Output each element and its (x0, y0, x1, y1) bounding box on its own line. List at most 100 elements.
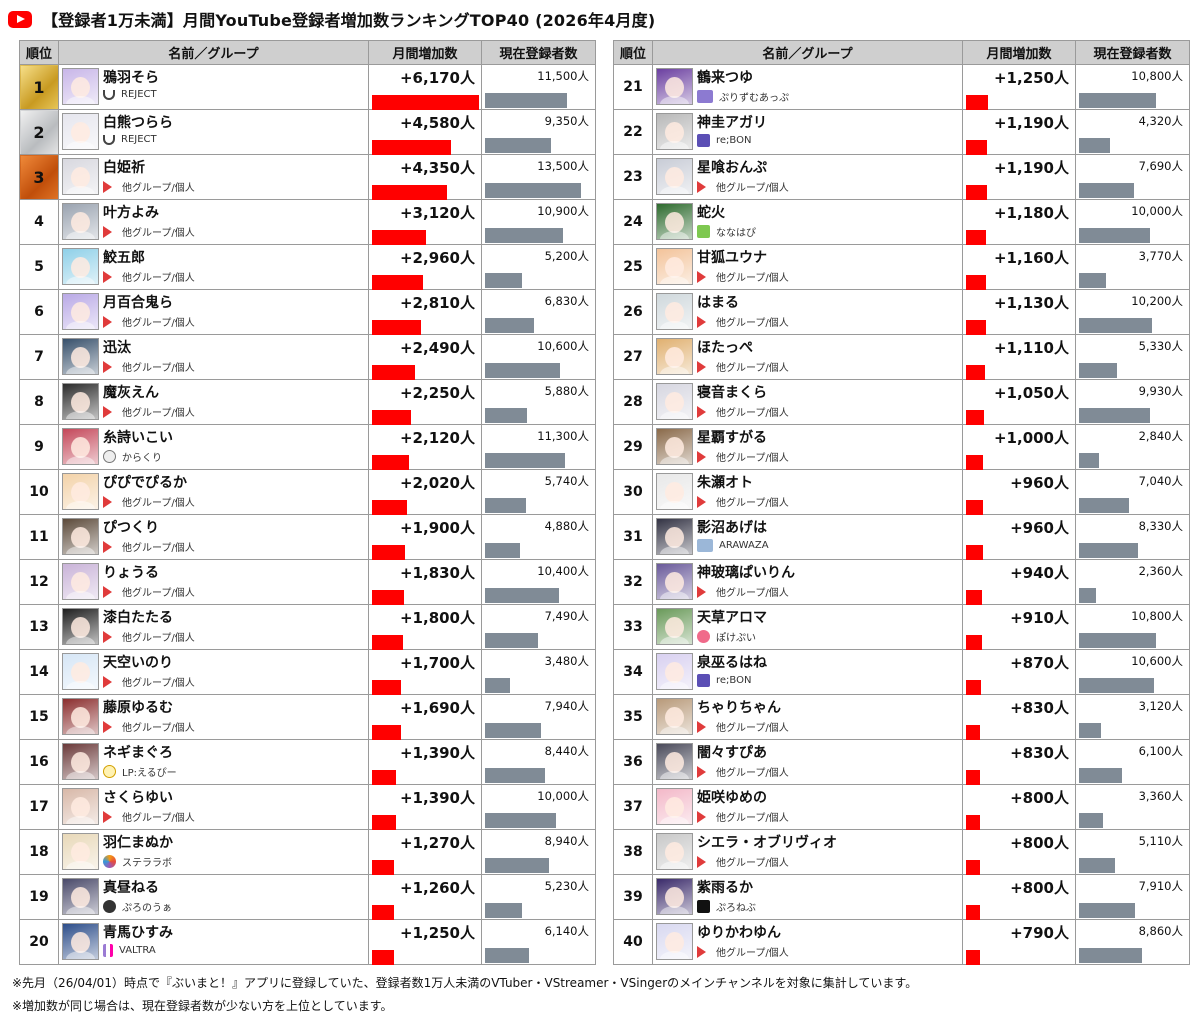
increase-bar (966, 860, 980, 875)
subscribers-value: 2,360人 (1138, 564, 1183, 578)
increase-bar (372, 320, 421, 335)
vtuber-name: 泉巫るはね (697, 655, 767, 671)
vtuber-name: ぴつくり (103, 520, 159, 536)
subscribers-cell: 8,860人 (1075, 919, 1190, 965)
increase-cell: +1,110人 (962, 334, 1076, 380)
subscribers-cell: 3,770人 (1075, 244, 1190, 290)
avatar (656, 518, 693, 555)
subscribers-value: 10,400人 (537, 564, 589, 578)
subscribers-value: 6,830人 (544, 294, 589, 308)
avatar (656, 653, 693, 690)
increase-bar (966, 770, 980, 785)
name-cell: ゆりかわゆん 他グループ/個人 (652, 919, 963, 965)
table-row: 12 りょうる 他グループ/個人 +1,830人 10,400人 (19, 559, 596, 605)
avatar (62, 158, 99, 195)
vtuber-name: 影沼あげは (697, 520, 767, 536)
group-logo-icon (103, 540, 112, 553)
group-logo-icon (103, 585, 112, 598)
group-logo-icon (103, 944, 113, 957)
vtuber-name: 漆白たたる (103, 610, 173, 626)
rank-number: 7 (19, 334, 59, 380)
group-name: 他グループ/個人 (716, 858, 789, 869)
subscribers-bar (1079, 543, 1138, 558)
subscribers-cell: 10,800人 (1075, 64, 1190, 110)
table-row: 7 迅汰 他グループ/個人 +2,490人 10,600人 (19, 334, 596, 380)
name-cell: 蛇火 ななはぴ (652, 199, 963, 245)
vtuber-name: 藤原ゆるむ (103, 700, 173, 716)
subscribers-value: 10,000人 (537, 789, 589, 803)
subscribers-value: 7,490人 (544, 609, 589, 623)
group: 他グループ/個人 (697, 719, 789, 734)
increase-value: +1,260人 (399, 879, 475, 897)
table-row: 39 紫雨るか ぷろねぶ +800人 7,910人 (613, 874, 1190, 920)
group-logo-icon (697, 945, 706, 958)
group: ななはぴ (697, 224, 756, 239)
group-name: re;BON (716, 675, 752, 686)
increase-value: +3,120人 (399, 204, 475, 222)
rank-number: 39 (613, 874, 653, 920)
subscribers-cell: 3,360人 (1075, 784, 1190, 830)
name-cell: はまる 他グループ/個人 (652, 289, 963, 335)
increase-cell: +1,270人 (368, 829, 482, 875)
subscribers-value: 7,690人 (1138, 159, 1183, 173)
subscribers-cell: 7,940人 (481, 694, 596, 740)
name-cell: ネギまぐろ LP:えるぴー (58, 739, 369, 785)
increase-bar (372, 455, 409, 470)
group: 他グループ/個人 (697, 449, 789, 464)
avatar (656, 428, 693, 465)
rank-number: 35 (613, 694, 653, 740)
subscribers-bar (485, 363, 560, 378)
avatar (656, 293, 693, 330)
subscribers-bar (485, 453, 565, 468)
name-cell: 白熊つらら REJECT (58, 109, 369, 155)
subscribers-bar (1079, 678, 1154, 693)
increase-value: +1,000人 (993, 429, 1069, 447)
table-row: 13 漆白たたる 他グループ/個人 +1,800人 7,490人 (19, 604, 596, 650)
subscribers-cell: 5,230人 (481, 874, 596, 920)
rank-number: 20 (19, 919, 59, 965)
increase-cell: +1,390人 (368, 784, 482, 830)
increase-cell: +1,000人 (962, 424, 1076, 470)
table-row: 23 星喰おんぷ 他グループ/個人 +1,190人 7,690人 (613, 154, 1190, 200)
group-name: ななはぴ (716, 228, 756, 239)
group: re;BON (697, 134, 751, 147)
avatar (656, 158, 693, 195)
increase-bar (372, 680, 401, 695)
group-logo-icon (697, 360, 706, 373)
table-row: 5 鮫五郎 他グループ/個人 +2,960人 5,200人 (19, 244, 596, 290)
increase-bar (966, 815, 980, 830)
increase-cell: +1,800人 (368, 604, 482, 650)
vtuber-name: 星喰おんぷ (697, 160, 767, 176)
name-cell: 羽仁まぬか ステララボ (58, 829, 369, 875)
increase-value: +960人 (1010, 519, 1069, 537)
name-cell: 影沼あげは ARAWAZA (652, 514, 963, 560)
group-logo-icon (697, 674, 710, 687)
group-logo-icon (697, 900, 710, 913)
subscribers-value: 10,800人 (1131, 69, 1183, 83)
name-cell: 天空いのり 他グループ/個人 (58, 649, 369, 695)
increase-cell: +1,250人 (368, 919, 482, 965)
subscribers-cell: 6,140人 (481, 919, 596, 965)
name-cell: 寝音まくら 他グループ/個人 (652, 379, 963, 425)
increase-value: +1,250人 (399, 924, 475, 942)
name-cell: 紫雨るか ぷろねぶ (652, 874, 963, 920)
subscribers-bar (1079, 498, 1129, 513)
subscribers-cell: 10,800人 (1075, 604, 1190, 650)
subscribers-cell: 10,900人 (481, 199, 596, 245)
group: からくり (103, 449, 162, 464)
rank-number: 38 (613, 829, 653, 875)
subscribers-value: 5,230人 (544, 879, 589, 893)
group-logo-icon (103, 89, 115, 100)
increase-bar (966, 455, 983, 470)
subscribers-cell: 10,000人 (481, 784, 596, 830)
group-logo-icon (697, 765, 706, 778)
avatar (62, 653, 99, 690)
rank-number: 16 (19, 739, 59, 785)
group: 他グループ/個人 (103, 674, 195, 689)
group-name: 他グループ/個人 (122, 273, 195, 284)
name-cell: 漆白たたる 他グループ/個人 (58, 604, 369, 650)
group: 他グループ/個人 (103, 224, 195, 239)
name-cell: ほたっぺ 他グループ/個人 (652, 334, 963, 380)
subscribers-value: 10,600人 (1131, 654, 1183, 668)
name-cell: 迅汰 他グループ/個人 (58, 334, 369, 380)
